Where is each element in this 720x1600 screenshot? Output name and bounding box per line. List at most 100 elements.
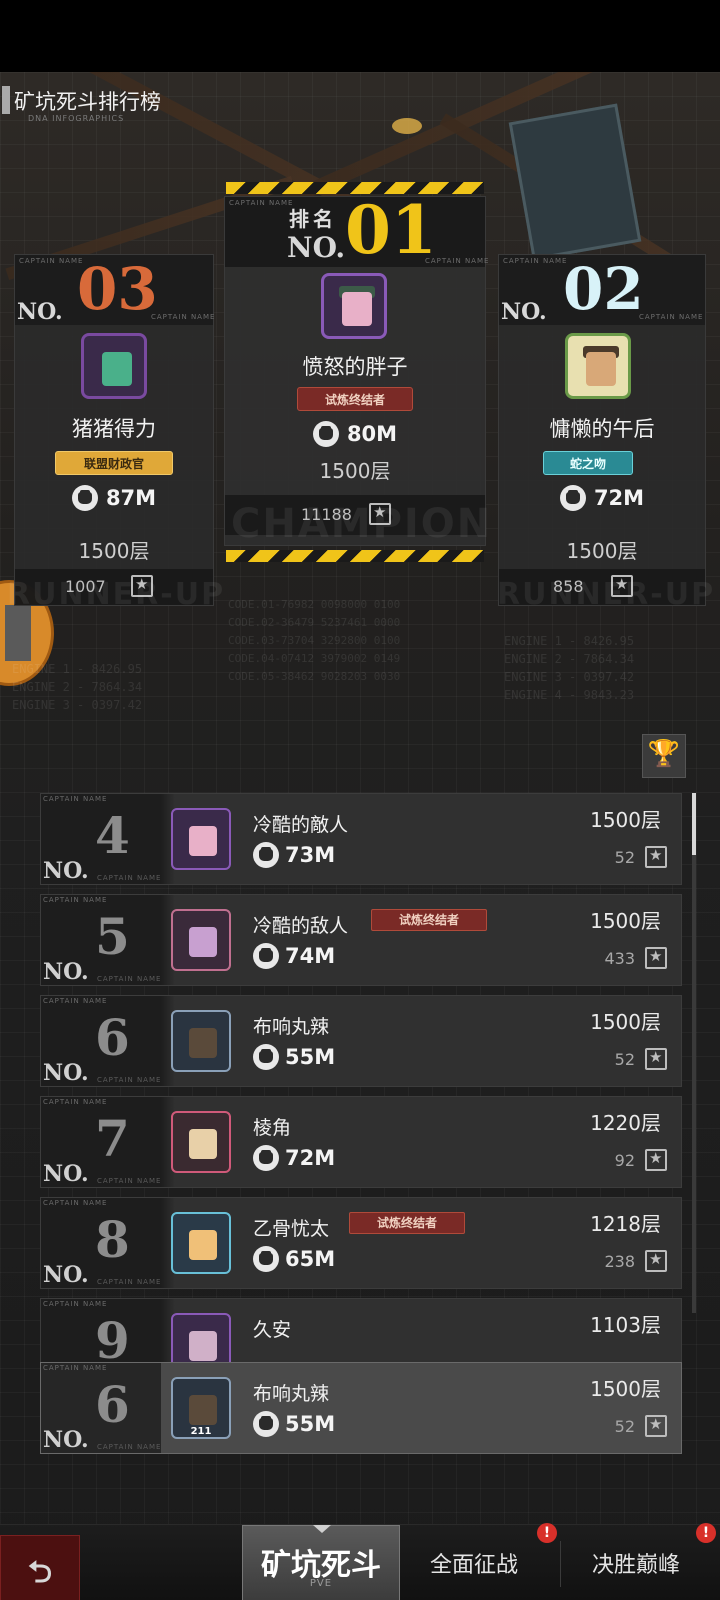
decorative-engine-text: ENGINE 1 - 8426.95 ENGINE 2 - 7864.34 EN… — [504, 634, 635, 702]
title-badge: 试炼终结者 — [371, 909, 487, 931]
tab-full-campaign[interactable]: 全面征战 — [430, 1547, 518, 1579]
floor-value: 1500层 — [590, 1377, 661, 1401]
like-icon[interactable] — [645, 1415, 667, 1437]
trophy-button[interactable]: 🏆 — [642, 734, 686, 778]
power-stat: 72M — [499, 485, 705, 511]
scrollbar-thumb[interactable] — [692, 793, 696, 855]
avatar[interactable] — [565, 333, 631, 399]
avatar[interactable] — [171, 1010, 231, 1072]
title-badge: 试炼终结者 — [297, 387, 413, 411]
like-icon[interactable] — [645, 1149, 667, 1171]
table-row[interactable]: CAPTAIN NAME CAPTAIN NAME NO. 6 布响丸辣 55M… — [40, 995, 682, 1087]
avatar[interactable] — [171, 1111, 231, 1173]
player-name: 久安 — [253, 1319, 292, 1341]
likes-count: 92 — [614, 1151, 635, 1170]
podium-second[interactable]: CAPTAIN NAME NO. 02 CAPTAIN NAME 慵懒的午后 蛇… — [497, 254, 713, 612]
rank-number: 7 — [95, 1109, 130, 1168]
avatar[interactable]: 211 — [171, 1377, 231, 1439]
power-stat: 55M — [253, 1044, 335, 1070]
no-label: NO. — [43, 858, 89, 884]
power-stat: 80M — [225, 421, 485, 447]
avatar-level: 211 — [190, 1426, 212, 1437]
fist-power-icon — [253, 1246, 279, 1272]
hazard-stripe-bottom — [226, 550, 484, 562]
power-stat: 72M — [253, 1145, 335, 1171]
like-icon[interactable] — [645, 947, 667, 969]
no-label: NO. — [17, 299, 63, 325]
likes-count: 238 — [604, 1252, 635, 1271]
likes-count: 52 — [614, 1417, 635, 1436]
like-icon[interactable] — [645, 1250, 667, 1272]
page-title: 矿坑死斗排行榜 — [14, 90, 161, 114]
no-label: NO. — [43, 1060, 89, 1086]
ranking-list[interactable]: CAPTAIN NAME CAPTAIN NAME NO. 4 冷酷的敵人 73… — [40, 793, 682, 1405]
player-name: 慵懒的午后 — [549, 417, 655, 441]
avatar[interactable] — [171, 1212, 231, 1274]
player-name: 布响丸辣 — [253, 1383, 330, 1405]
fist-power-icon — [253, 943, 279, 969]
title-badge: 试炼终结者 — [349, 1212, 465, 1234]
player-name: 棱角 — [253, 1117, 292, 1139]
avatar[interactable] — [171, 808, 231, 870]
rank-number: 01 — [345, 191, 437, 269]
no-label: NO. — [43, 959, 89, 985]
fist-power-icon — [253, 1145, 279, 1171]
power-stat: 55M — [253, 1411, 335, 1437]
power-stat: 65M — [253, 1246, 335, 1272]
no-label: NO. — [43, 1161, 89, 1187]
rank-number: 6 — [95, 1375, 130, 1434]
back-button[interactable]: ⮌ — [0, 1535, 80, 1600]
table-row[interactable]: CAPTAIN NAME CAPTAIN NAME NO. 5 冷酷的敌人 试炼… — [40, 894, 682, 986]
floor-value: 1218层 — [590, 1212, 661, 1236]
avatar[interactable] — [321, 273, 387, 339]
fist-power-icon — [312, 421, 339, 447]
avatar[interactable] — [81, 333, 147, 399]
fist-power-icon — [253, 842, 279, 868]
player-name: 冷酷的敵人 — [253, 814, 349, 836]
lamp-icon — [392, 118, 422, 134]
likes-count: 52 — [614, 848, 635, 867]
list-scrollbar[interactable] — [692, 793, 696, 1313]
alert-badge-icon: ! — [537, 1523, 557, 1543]
no-label: NO. — [287, 231, 346, 264]
alert-badge-icon: ! — [696, 1523, 716, 1543]
rank-number: 6 — [95, 1008, 130, 1067]
table-row[interactable]: CAPTAIN NAME CAPTAIN NAME NO. 7 棱角 72M 1… — [40, 1096, 682, 1188]
rank-number: 8 — [95, 1210, 130, 1269]
title-badge: 蛇之吻 — [543, 451, 633, 475]
page-subtitle: DNA INFOGRAPHICS — [28, 114, 125, 123]
title-accent-bar — [2, 86, 10, 114]
like-icon[interactable] — [645, 1048, 667, 1070]
podium-first[interactable]: CAPTAIN NAME 排名 NO. 01 CAPTAIN NAME 愤怒的胖… — [224, 191, 490, 547]
avatar[interactable] — [171, 909, 231, 971]
tab-decisive-peak[interactable]: 决胜巅峰 — [592, 1547, 680, 1579]
player-name: 猪猪得力 — [72, 417, 156, 441]
floor-value: 1500层 — [319, 459, 391, 483]
table-row[interactable]: CAPTAIN NAME CAPTAIN NAME NO. 4 冷酷的敵人 73… — [40, 793, 682, 885]
podium-third[interactable]: CAPTAIN NAME NO. 03 CAPTAIN NAME 猪猪得力 联盟… — [7, 254, 223, 612]
status-bar — [0, 0, 720, 72]
floor-value: 1500层 — [590, 1010, 661, 1034]
trophy-icon: 🏆 — [647, 739, 681, 769]
player-name: 布响丸辣 — [253, 1016, 330, 1038]
like-icon[interactable] — [645, 846, 667, 868]
power-stat: 73M — [253, 842, 335, 868]
my-rank-row[interactable]: CAPTAIN NAME CAPTAIN NAME NO. 6 211 布响丸辣… — [40, 1362, 682, 1454]
likes-count: 52 — [614, 1050, 635, 1069]
floor-value: 1500层 — [590, 808, 661, 832]
decorative-engine-text: ENGINE 1 - 8426.95 ENGINE 2 - 7864.34 EN… — [12, 662, 143, 712]
likes-count: 433 — [604, 949, 635, 968]
back-arrow-icon: ⮌ — [27, 1555, 53, 1590]
floor-value: 1500层 — [78, 539, 150, 563]
table-row[interactable]: CAPTAIN NAME CAPTAIN NAME NO. 8 乙骨忧太 试炼终… — [40, 1197, 682, 1289]
fist-power-icon — [71, 485, 98, 511]
power-stat: 87M — [15, 485, 213, 511]
tab-mine-deathmatch[interactable]: 矿坑死斗 PVE — [242, 1525, 400, 1600]
player-name: 乙骨忧太 — [253, 1218, 330, 1240]
bottom-nav: ⮌ 矿坑死斗 PVE 全面征战 ! 决胜巅峰 ! — [0, 1523, 720, 1600]
floor-value: 1500层 — [590, 909, 661, 933]
player-name: 冷酷的敌人 — [253, 915, 349, 937]
decorative-code-text: CODE.01-76982 0098000 0100 CODE.02-36479… — [228, 598, 401, 683]
title-badge: 联盟财政官 — [55, 451, 173, 475]
rank-number: 03 — [77, 255, 158, 323]
